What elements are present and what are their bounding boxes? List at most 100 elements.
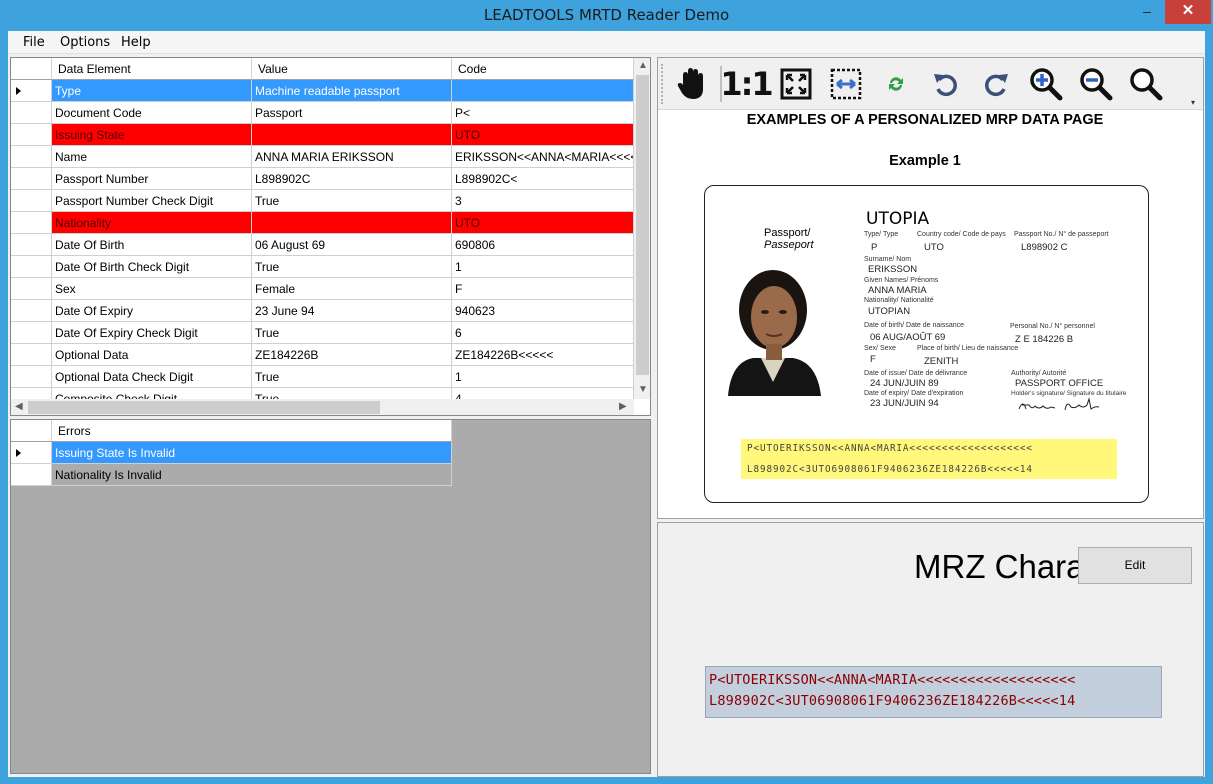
value-cell[interactable]: 06 August 69	[252, 234, 452, 256]
error-row[interactable]: Issuing State Is Invalid	[11, 442, 452, 464]
zoom-in-icon[interactable]	[1026, 66, 1066, 102]
code-cell[interactable]	[452, 80, 634, 102]
data-element-cell[interactable]: Optional Data	[52, 344, 252, 366]
pan-hand-icon[interactable]	[672, 66, 712, 102]
value-cell[interactable]: L898902C	[252, 168, 452, 190]
code-cell[interactable]: 1	[452, 366, 634, 388]
title-bar[interactable]: LEADTOOLS MRTD Reader Demo – □ ✕	[0, 0, 1213, 31]
value-cell[interactable]	[252, 212, 452, 234]
data-element-cell[interactable]: Passport Number	[52, 168, 252, 190]
data-element-cell[interactable]: Nationality	[52, 212, 252, 234]
zoom-out-icon[interactable]	[1076, 66, 1116, 102]
code-cell[interactable]: F	[452, 278, 634, 300]
value-cell[interactable]: True	[252, 256, 452, 278]
row-header[interactable]	[11, 124, 52, 146]
table-row[interactable]: Passport Number L898902C L898902C<	[11, 168, 634, 190]
value-cell[interactable]: Passport	[252, 102, 452, 124]
fit-page-icon[interactable]	[776, 66, 816, 102]
scroll-left-icon[interactable]: ◀	[15, 401, 23, 412]
value-cell[interactable]: True	[252, 190, 452, 212]
column-header-errors[interactable]: Errors	[52, 420, 452, 442]
edit-button[interactable]: Edit	[1078, 547, 1192, 584]
fit-width-icon[interactable]	[826, 66, 866, 102]
menu-options[interactable]: Options	[60, 35, 110, 50]
code-cell[interactable]: 690806	[452, 234, 634, 256]
row-header[interactable]	[11, 464, 52, 486]
error-row[interactable]: Nationality Is Invalid	[11, 464, 452, 486]
column-header-value[interactable]: Value	[252, 58, 452, 80]
menu-help[interactable]: Help	[121, 35, 151, 50]
table-row[interactable]: Passport Number Check Digit True 3	[11, 190, 634, 212]
scroll-down-icon[interactable]: ▼	[638, 384, 648, 395]
value-cell[interactable]: True	[252, 322, 452, 344]
error-text-cell[interactable]: Issuing State Is Invalid	[52, 442, 452, 464]
data-element-cell[interactable]: Sex	[52, 278, 252, 300]
refresh-icon[interactable]	[876, 66, 916, 102]
code-cell[interactable]: UTO	[452, 124, 634, 146]
row-header[interactable]	[11, 234, 52, 256]
table-row[interactable]: Date Of Birth Check Digit True 1	[11, 256, 634, 278]
rotate-right-icon[interactable]	[976, 66, 1016, 102]
table-row[interactable]: Type Machine readable passport	[11, 80, 634, 102]
value-cell[interactable]: True	[252, 366, 452, 388]
value-cell[interactable]	[252, 124, 452, 146]
data-element-cell[interactable]: Passport Number Check Digit	[52, 190, 252, 212]
column-header-code[interactable]: Code	[452, 58, 634, 80]
row-header[interactable]	[11, 442, 52, 464]
code-cell[interactable]: UTO	[452, 212, 634, 234]
row-header[interactable]	[11, 212, 52, 234]
row-header[interactable]	[11, 278, 52, 300]
menu-file[interactable]: File	[23, 35, 45, 50]
horizontal-scroll-thumb[interactable]	[28, 401, 380, 414]
minimize-button[interactable]: –	[1133, 0, 1161, 24]
data-element-cell[interactable]: Name	[52, 146, 252, 168]
mrz-text-box[interactable]: P<UTOERIKSSON<<ANNA<MARIA<<<<<<<<<<<<<<<…	[705, 666, 1162, 718]
code-cell[interactable]: ERIKSSON<<ANNA<MARIA<<<<<<<<	[452, 146, 634, 168]
row-header[interactable]	[11, 190, 52, 212]
code-cell[interactable]: P<	[452, 102, 634, 124]
row-header[interactable]	[11, 366, 52, 388]
toolbar-grip[interactable]	[661, 64, 664, 104]
value-cell[interactable]: ANNA MARIA ERIKSSON	[252, 146, 452, 168]
vertical-scroll-thumb[interactable]	[636, 75, 649, 375]
table-row[interactable]: Optional Data Check Digit True 1	[11, 366, 634, 388]
data-element-cell[interactable]: Document Code	[52, 102, 252, 124]
document-image[interactable]: EXAMPLES OF A PERSONALIZED MRP DATA PAGE…	[658, 110, 1203, 518]
scroll-right-icon[interactable]: ▶	[619, 401, 627, 412]
value-cell[interactable]: Machine readable passport	[252, 80, 452, 102]
code-cell[interactable]: 1	[452, 256, 634, 278]
value-cell[interactable]: Female	[252, 278, 452, 300]
row-header[interactable]	[11, 146, 52, 168]
row-header[interactable]	[11, 168, 52, 190]
table-row[interactable]: Sex Female F	[11, 278, 634, 300]
row-header[interactable]	[11, 322, 52, 344]
error-text-cell[interactable]: Nationality Is Invalid	[52, 464, 452, 486]
data-element-cell[interactable]: Issuing State	[52, 124, 252, 146]
row-header[interactable]	[11, 300, 52, 322]
toolbar-overflow-icon[interactable]: ▾	[1191, 98, 1195, 107]
row-header[interactable]	[11, 344, 52, 366]
table-row[interactable]: Date Of Expiry Check Digit True 6	[11, 322, 634, 344]
data-element-cell[interactable]: Date Of Birth Check Digit	[52, 256, 252, 278]
errors-grid[interactable]: Errors Issuing State Is Invalid Nationali…	[10, 419, 651, 774]
table-row[interactable]: Issuing State UTO	[11, 124, 634, 146]
code-cell[interactable]: L898902C<	[452, 168, 634, 190]
data-element-cell[interactable]: Date Of Birth	[52, 234, 252, 256]
code-cell[interactable]: 940623	[452, 300, 634, 322]
close-button[interactable]: ✕	[1165, 0, 1211, 24]
data-element-cell[interactable]: Date Of Expiry Check Digit	[52, 322, 252, 344]
table-row[interactable]: Document Code Passport P<	[11, 102, 634, 124]
column-header-data-element[interactable]: Data Element	[52, 58, 252, 80]
table-row[interactable]: Date Of Birth 06 August 69 690806	[11, 234, 634, 256]
code-cell[interactable]: ZE184226B<<<<<	[452, 344, 634, 366]
data-element-cell[interactable]: Optional Data Check Digit	[52, 366, 252, 388]
table-row[interactable]: Nationality UTO	[11, 212, 634, 234]
row-header[interactable]	[11, 256, 52, 278]
code-cell[interactable]: 3	[452, 190, 634, 212]
data-element-cell[interactable]: Type	[52, 80, 252, 102]
data-element-cell[interactable]: Date Of Expiry	[52, 300, 252, 322]
table-row[interactable]: Optional Data ZE184226B ZE184226B<<<<<	[11, 344, 634, 366]
table-row[interactable]: Date Of Expiry 23 June 94 940623	[11, 300, 634, 322]
data-element-grid[interactable]: Data Element Value Code Type Machine read…	[10, 57, 651, 416]
code-cell[interactable]: 6	[452, 322, 634, 344]
